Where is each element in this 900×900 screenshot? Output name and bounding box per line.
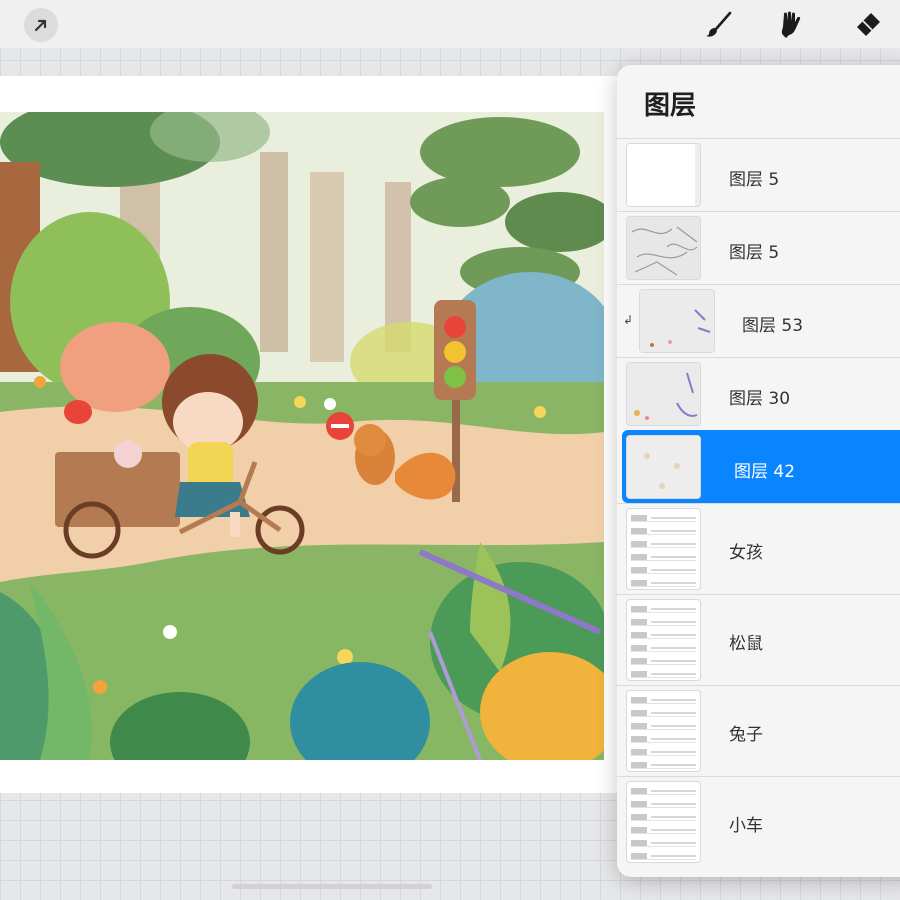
brush-button[interactable] bbox=[701, 8, 735, 42]
layers-panel-title: 图层 bbox=[644, 91, 697, 121]
layer-name: 小车 bbox=[729, 816, 763, 836]
layer-name: 图层 5 bbox=[729, 170, 780, 190]
layer-name: 女孩 bbox=[729, 543, 763, 563]
layer-name: 松鼠 bbox=[729, 634, 763, 654]
layer-thumbnail bbox=[626, 216, 701, 280]
group-thumbnail bbox=[626, 781, 701, 863]
layer-thumbnail bbox=[626, 362, 701, 426]
layer-row[interactable]: ↲ 图层 53 bbox=[617, 284, 900, 357]
group-thumbnail bbox=[626, 599, 701, 681]
layer-row[interactable]: 图层 5 bbox=[617, 138, 900, 211]
layer-row-selected[interactable]: 图层 42 bbox=[622, 430, 900, 503]
layers-list[interactable]: 图层 5 图层 5 ↲ 图层 53 图层 30 图层 42 女孩 松鼠 兔子 小… bbox=[617, 138, 900, 867]
layer-name: 兔子 bbox=[729, 725, 763, 745]
smudge-icon bbox=[781, 11, 801, 38]
layers-panel: 图层 图层 5 图层 5 ↲ 图层 53 图层 30 图层 42 女孩 松鼠 兔… bbox=[617, 65, 900, 877]
layer-thumbnail bbox=[626, 143, 701, 207]
layer-group-row[interactable]: 兔子 bbox=[617, 685, 900, 776]
clipping-mask-icon: ↲ bbox=[623, 313, 634, 327]
group-thumbnail bbox=[626, 508, 701, 590]
group-thumbnail bbox=[626, 690, 701, 772]
artwork-illustration[interactable] bbox=[0, 112, 604, 760]
layer-group-row[interactable]: 小车 bbox=[617, 776, 900, 867]
arrow-cursor-icon bbox=[34, 19, 47, 32]
top-toolbar bbox=[0, 0, 900, 48]
layer-row[interactable]: 图层 30 bbox=[617, 357, 900, 430]
modify-arrow-button[interactable] bbox=[24, 8, 58, 42]
brush-icon bbox=[706, 11, 732, 37]
eraser-button[interactable] bbox=[851, 8, 885, 42]
layer-name: 图层 30 bbox=[729, 389, 791, 409]
layer-name: 图层 53 bbox=[742, 316, 804, 336]
layer-thumbnail bbox=[626, 435, 701, 499]
home-indicator bbox=[232, 884, 432, 889]
layer-group-row[interactable]: 松鼠 bbox=[617, 594, 900, 685]
layer-group-row[interactable]: 女孩 bbox=[617, 503, 900, 594]
eraser-icon bbox=[857, 13, 880, 36]
layer-thumbnail bbox=[639, 289, 715, 353]
illustration-image bbox=[0, 112, 604, 760]
layer-name: 图层 42 bbox=[734, 462, 796, 482]
layer-name: 图层 5 bbox=[729, 243, 780, 263]
layer-row[interactable]: 图层 5 bbox=[617, 211, 900, 284]
smudge-button[interactable] bbox=[774, 8, 808, 42]
